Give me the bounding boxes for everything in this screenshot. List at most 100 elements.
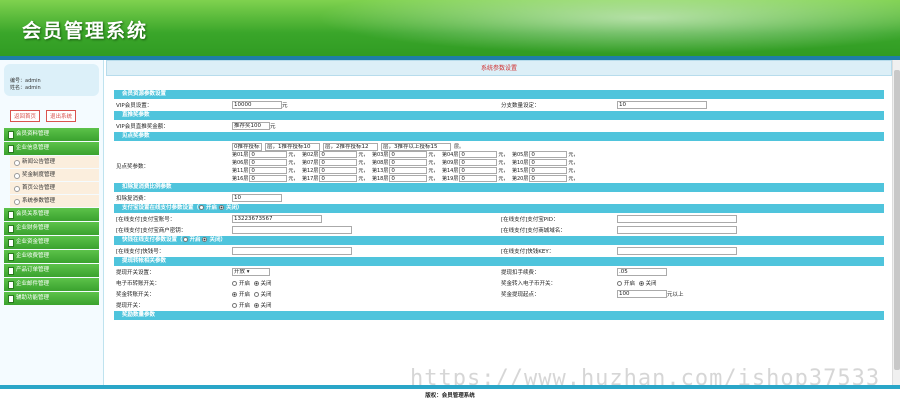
grid-input[interactable]: 0 (389, 151, 428, 158)
kq-close-radio[interactable] (202, 237, 208, 242)
main-scrollbar[interactable] (892, 60, 900, 385)
grid-label: 第20层 (512, 176, 529, 182)
menu-member-data[interactable]: 会员资料管理 (4, 128, 99, 141)
section-kuaiqian: 快钱在线支付参数设置（ 开启 关闭） (114, 236, 884, 245)
withdraw-open-label: 提现开关： (116, 303, 144, 309)
min-withdraw-input[interactable]: 100 (617, 290, 667, 298)
grid-input[interactable]: 0 (249, 175, 288, 182)
kq-key-input[interactable] (617, 247, 737, 255)
fee-input[interactable]: .05 (617, 268, 667, 276)
scrollbar-thumb[interactable] (894, 70, 900, 370)
menu-company-info[interactable]: 企业信息管理 (4, 142, 99, 155)
points-top-2[interactable]: 层，2推荐投标12 (323, 142, 378, 151)
menu-tools[interactable]: 辅助功能管理 (4, 292, 99, 305)
grid-input[interactable]: 0 (529, 175, 568, 182)
kq-open-radio[interactable] (182, 237, 188, 242)
min-withdraw-unit: 元以上 (667, 292, 684, 298)
points-top-3[interactable]: 层，3推荐以上投标15 (381, 142, 451, 151)
grid-input[interactable]: 0 (249, 167, 288, 174)
alipay-open-label: 开启 (206, 205, 218, 211)
grid-input[interactable]: 0 (319, 167, 358, 174)
grid-input[interactable]: 0 (529, 151, 568, 158)
alipay-close-radio[interactable] (218, 205, 224, 210)
app-title: 会员管理系统 (22, 20, 149, 42)
grid-input[interactable]: 0 (389, 167, 428, 174)
grid-label: 第02层 (302, 152, 319, 158)
grid-input[interactable]: 0 (459, 175, 498, 182)
grid-input[interactable]: 0 (459, 159, 498, 166)
deduct-input[interactable]: 10 (232, 194, 282, 202)
ebank-close-label: 关闭 (260, 281, 272, 287)
grid-label: 第03层 (372, 152, 389, 158)
grid-input[interactable]: 0 (249, 159, 288, 166)
points-label: 见点奖参数： (116, 164, 150, 170)
split-label: 分支数量设定： (501, 103, 540, 109)
kq-section-title: 快钱在线支付参数设置（ (122, 237, 183, 243)
menu-member-relations[interactable]: 会员关系管理 (4, 208, 99, 221)
bonus-open-radio[interactable] (617, 280, 622, 286)
ebank-close-radio[interactable] (253, 280, 259, 286)
menu-fees[interactable]: 企业收费管理 (4, 250, 99, 263)
grid-input[interactable]: 0 (389, 159, 428, 166)
alipay-mall-input[interactable] (617, 226, 737, 234)
user-info: 编号：admin 姓名：admin (4, 64, 99, 96)
grid-input[interactable]: 0 (319, 151, 358, 158)
submenu-bonus-rules[interactable]: 奖金制度管理 (10, 169, 99, 181)
menu-orders[interactable]: 产品订单管理 (4, 264, 99, 277)
submenu-news[interactable]: 新闻公告管理 (10, 156, 99, 168)
submenu-system-params[interactable]: 系统参数管理 (10, 195, 99, 207)
withdraw-switch-label: 提现开关设置： (116, 270, 155, 276)
transfer-close-radio[interactable] (253, 291, 259, 297)
grid-unit: 元， (498, 160, 509, 166)
menu-funds[interactable]: 企业资金管理 (4, 236, 99, 249)
kq-id-input[interactable] (232, 247, 352, 255)
fee-label: 提现扣手续费： (501, 270, 540, 276)
home-button[interactable]: 返回首页 (10, 110, 41, 122)
direct-input[interactable]: 推荐奖100 (232, 122, 270, 130)
grid-unit: 元， (288, 152, 299, 158)
withdraw-open-radio[interactable] (232, 302, 237, 308)
grid-unit: 元， (288, 160, 299, 166)
ebank-open-radio[interactable] (232, 280, 237, 286)
menu-mail[interactable]: 企业邮件管理 (4, 278, 99, 291)
grid-input[interactable]: 0 (529, 159, 568, 166)
kq-key-label: [在线支付]快钱KEY： (501, 249, 555, 255)
alipay-pid-input[interactable] (617, 215, 737, 223)
alipay-account-input[interactable]: 13223673567 (232, 215, 322, 223)
alipay-key-label: [在线支付]支付宝商户密钥： (116, 228, 187, 234)
grid-input[interactable]: 0 (529, 167, 568, 174)
withdraw-switch-select[interactable]: 开放 ▾ (232, 268, 270, 276)
points-grid: 第01层 0 元， 第02层 0 元， 第03层 0 元， 第04层 0 元， 第05层 0 元， … (232, 151, 582, 182)
alipay-open-radio[interactable] (199, 205, 205, 210)
grid-input[interactable]: 0 (459, 167, 498, 174)
vip-input[interactable]: 10000 (232, 101, 282, 109)
grid-input[interactable]: 0 (319, 175, 358, 182)
grid-input[interactable]: 0 (249, 151, 288, 158)
alipay-account-label: [在线支付]支付宝账号： (116, 217, 176, 223)
withdraw-close-radio[interactable] (253, 302, 259, 308)
submenu-home-notice[interactable]: 首页公告管理 (10, 182, 99, 194)
vip-label: VIP会员设置： (116, 103, 153, 109)
sidebar-menu: 会员资料管理 企业信息管理 新闻公告管理 奖金制度管理 首页公告管理 系统参数管… (0, 128, 103, 305)
grid-label: 第10层 (512, 160, 529, 166)
logout-button[interactable]: 退出系统 (46, 110, 77, 122)
grid-label: 第08层 (372, 160, 389, 166)
withdraw-open-radio-label: 开启 (239, 303, 251, 309)
grid-input[interactable]: 0 (319, 159, 358, 166)
kq-close-label: 关闭） (209, 237, 226, 243)
grid-unit: 元， (428, 152, 439, 158)
points-top-0[interactable]: 0推荐投标 (232, 142, 262, 151)
bonus-close-radio[interactable] (638, 280, 644, 286)
grid-label: 第11层 (232, 168, 249, 174)
transfer-close-label: 关闭 (260, 292, 272, 298)
split-input[interactable]: 10 (617, 101, 707, 109)
grid-unit: 元， (428, 168, 439, 174)
alipay-close-label: 关闭） (225, 205, 243, 211)
points-top-1[interactable]: 层，1推荐投标10 (265, 142, 320, 151)
grid-input[interactable]: 0 (459, 151, 498, 158)
menu-finance[interactable]: 企业财务管理 (4, 222, 99, 235)
grid-unit: 元， (498, 176, 509, 182)
alipay-key-input[interactable] (232, 226, 352, 234)
grid-input[interactable]: 0 (389, 175, 428, 182)
transfer-open-radio[interactable] (232, 291, 237, 297)
